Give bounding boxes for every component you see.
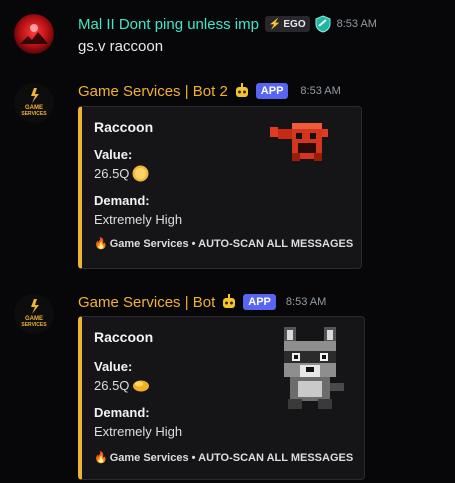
app-badge: APP <box>243 294 276 310</box>
demand-label: Demand: <box>94 193 150 208</box>
timestamp[interactable]: 8:53 AM <box>286 296 326 308</box>
value-label: Value: <box>94 359 133 374</box>
app-badge: APP <box>255 83 289 99</box>
embed-card: Raccoon Value: 26.5Q Demand: Extremely H… <box>78 106 362 269</box>
demand-label: Demand: <box>94 405 150 420</box>
svg-text:SERVICES: SERVICES <box>21 111 47 117</box>
footer-text: Game Services • AUTO-SCAN ALL MESSAGES <box>109 237 354 250</box>
embed-title: Raccoon <box>94 119 154 135</box>
robot-icon <box>220 293 238 311</box>
demand-value: Extremely High <box>94 424 183 439</box>
value-field: 26.5Q <box>94 165 149 182</box>
guild-tag[interactable]: ⚡ EGO <box>264 16 310 32</box>
timestamp[interactable]: 8:53 AM <box>337 18 377 30</box>
message-bot: GAME SERVICES Game Services | Bot APP 8:… <box>0 280 455 483</box>
username[interactable]: Mal II Dont ping unless imp <box>78 16 259 33</box>
robot-icon <box>233 82 251 100</box>
embed-footer: 🔥 Game Services • AUTO-SCAN ALL MESSAGES <box>94 451 354 465</box>
bot-avatar[interactable]: GAME SERVICES <box>14 294 54 334</box>
timestamp[interactable]: 8:53 AM <box>300 85 340 97</box>
gold-nugget-icon <box>132 377 150 393</box>
lightning-icon: ⚡ <box>268 18 282 30</box>
value-text: 26.5Q <box>94 377 130 393</box>
svg-text:SERVICES: SERVICES <box>21 322 47 328</box>
footer-text: Game Services • AUTO-SCAN ALL MESSAGES <box>109 451 354 464</box>
raccoon-thumbnail[interactable] <box>268 119 332 167</box>
embed-card: Raccoon Value: 26.5Q Demand: Extremely H… <box>78 316 365 480</box>
embed-title: Raccoon <box>94 329 154 345</box>
fire-icon: 🔥 <box>94 452 108 464</box>
bot-username[interactable]: Game Services | Bot 2 <box>78 83 228 100</box>
value-field: 26.5Q <box>94 377 150 393</box>
shield-icon[interactable] <box>315 15 331 33</box>
message-user: Mal II Dont ping unless imp ⚡ EGO 8:53 A… <box>0 0 455 70</box>
bot-avatar[interactable]: GAME SERVICES <box>14 83 54 123</box>
value-text: 26.5Q <box>94 166 130 181</box>
message-bot-2: GAME SERVICES Game Services | Bot 2 APP … <box>0 70 455 280</box>
fire-icon: 🔥 <box>94 238 108 250</box>
embed-footer: 🔥 Game Services • AUTO-SCAN ALL MESSAGES <box>94 237 354 251</box>
user-avatar[interactable] <box>14 14 54 54</box>
value-label: Value: <box>94 147 133 162</box>
bot-username[interactable]: Game Services | Bot <box>78 294 215 311</box>
message-content: gs.v raccoon <box>78 38 164 55</box>
guild-tag-label: EGO <box>283 18 306 30</box>
raccoon-thumbnail[interactable] <box>278 325 348 411</box>
coin-icon <box>132 165 149 182</box>
demand-value: Extremely High <box>94 212 183 227</box>
